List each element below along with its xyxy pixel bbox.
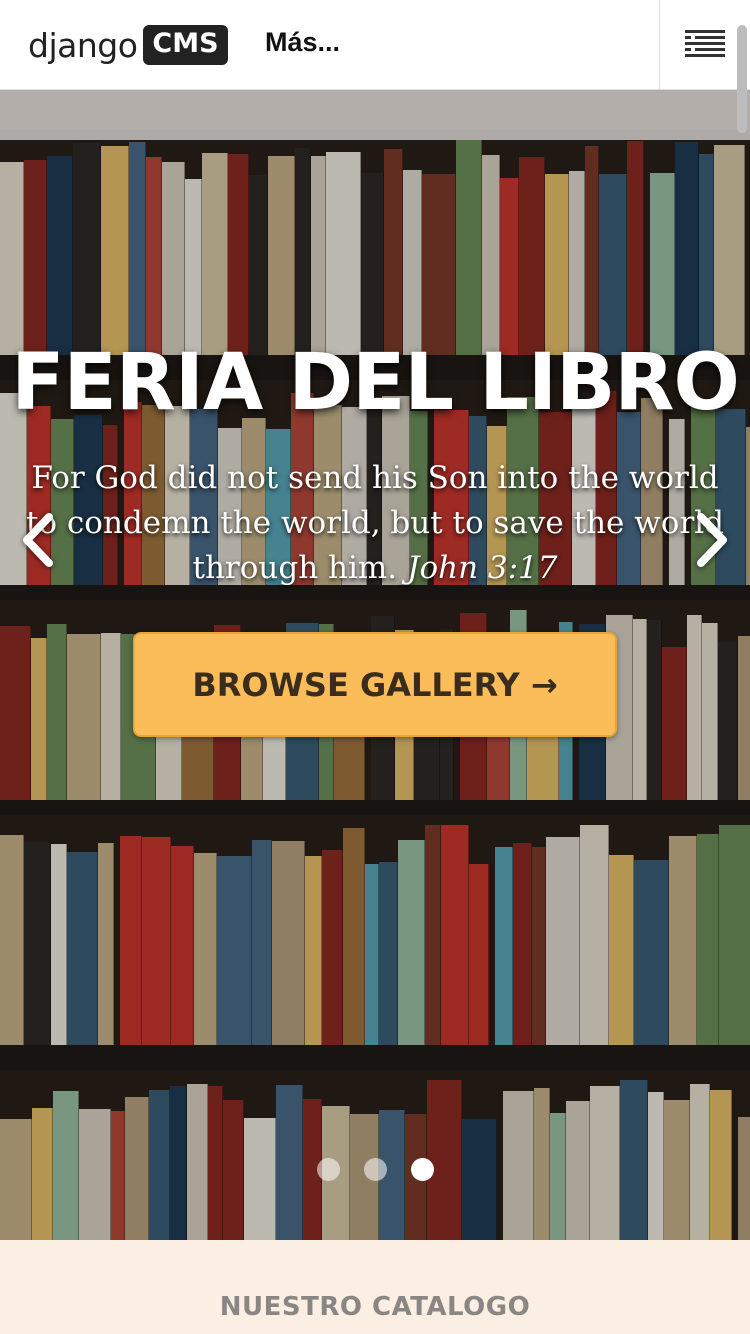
carousel-next-button[interactable] (690, 510, 734, 570)
page-scrollbar[interactable] (737, 25, 747, 133)
catalog-section: NUESTRO CATALOGO (0, 1240, 750, 1334)
carousel-indicator-3[interactable] (410, 1158, 434, 1181)
logo-badge: CMS (143, 25, 228, 65)
carousel-prev-button[interactable] (16, 510, 60, 570)
carousel-indicator-2[interactable] (363, 1158, 387, 1181)
browse-gallery-button[interactable]: BROWSE GALLERY → (133, 632, 617, 737)
top-toolbar: django CMS Más... (0, 0, 750, 90)
carousel-indicator-1[interactable] (316, 1158, 340, 1181)
hero-top-fade (0, 90, 750, 140)
more-menu-link[interactable]: Más... (265, 27, 340, 58)
carousel-indicators (0, 1158, 750, 1181)
hamburger-menu-icon (685, 30, 725, 57)
hero-title: FERIA DEL LIBRO (11, 338, 740, 428)
django-cms-logo[interactable]: django CMS (28, 22, 228, 68)
chevron-left-icon (23, 513, 53, 567)
chevron-right-icon (697, 513, 727, 567)
catalog-title: NUESTRO CATALOGO (219, 1292, 531, 1322)
quote-reference: John 3:17 (407, 550, 558, 586)
quote-text: For God did not send his Son into the wo… (25, 460, 725, 586)
hero-carousel: FERIA DEL LIBRO For God did not send his… (0, 90, 750, 1240)
hero-quote: For God did not send his Son into the wo… (18, 456, 732, 591)
logo-wordmark: django (28, 25, 138, 65)
